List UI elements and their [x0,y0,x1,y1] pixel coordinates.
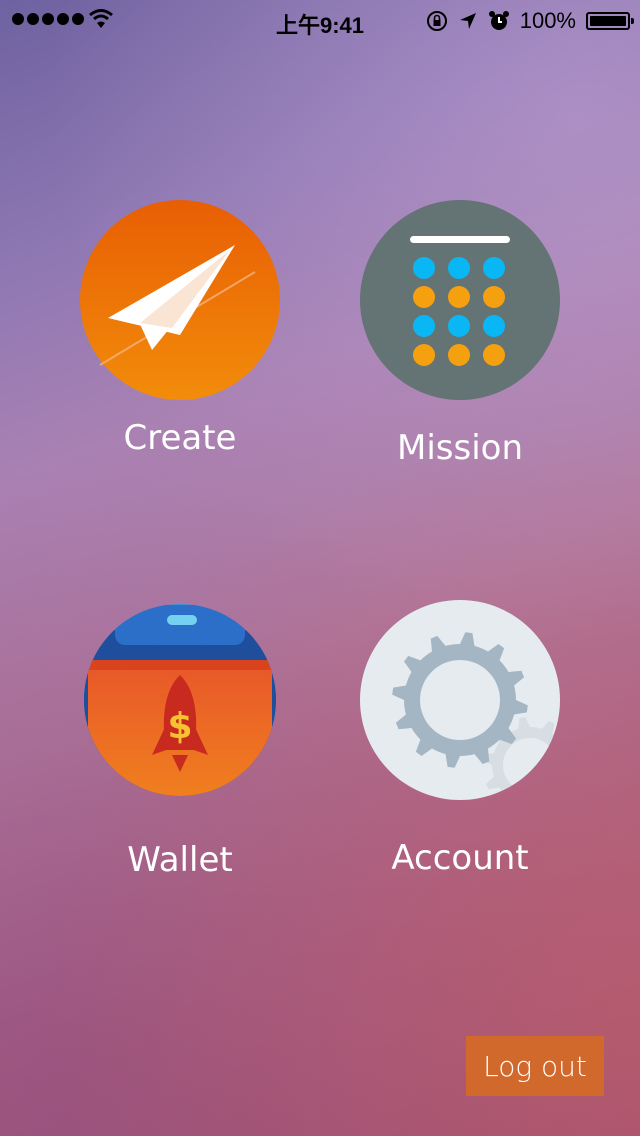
alarm-icon [488,11,509,30]
rotation-lock-icon [426,11,447,31]
mission-label: Mission [396,428,523,468]
status-bar: 上午9:41 100% [0,0,640,40]
dot-grid-icon [360,200,560,400]
paper-plane-icon [80,200,280,400]
location-icon [459,13,476,29]
svg-text:$: $ [167,706,192,747]
battery-percent: 100% [519,8,576,33]
logout-button[interactable]: Log out [466,1036,604,1096]
account-tile[interactable]: Account [360,600,560,878]
gear-icon [360,600,560,800]
account-label: Account [391,838,529,878]
mission-tile[interactable]: Mission [360,200,560,468]
create-label: Create [123,418,237,458]
battery-icon [586,12,634,30]
wallet-tile[interactable]: $ Wallet [80,600,280,880]
wallet-label: Wallet [127,840,233,880]
create-tile[interactable]: Create [80,200,280,458]
wallet-rocket-icon: $ [84,604,276,796]
background [0,0,640,1136]
